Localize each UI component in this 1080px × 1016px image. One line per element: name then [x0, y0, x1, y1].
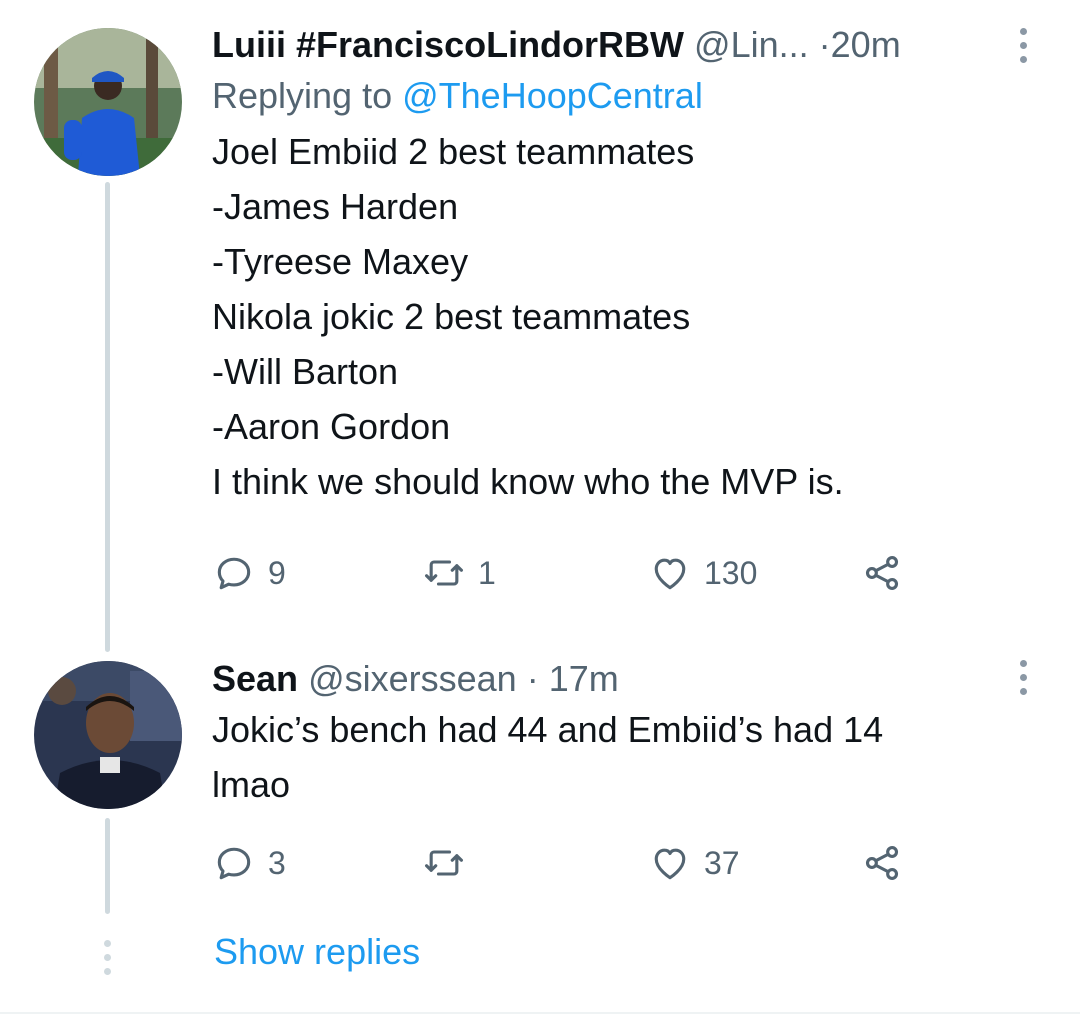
- show-replies-link[interactable]: Show replies: [214, 928, 420, 976]
- tweet-header: Sean @sixerssean · 17m: [212, 656, 1040, 702]
- tweet-actions: 9 1 130: [212, 543, 932, 603]
- share-button[interactable]: [860, 833, 904, 893]
- more-vertical-icon: [1020, 42, 1027, 49]
- retweet-icon: [425, 850, 463, 876]
- replying-prefix: Replying to: [212, 75, 393, 116]
- more-options-button[interactable]: [1010, 658, 1036, 698]
- timestamp[interactable]: 17m: [549, 658, 619, 699]
- tweet-text-line: Jokic’s bench had 44 and Embiid’s had 14: [212, 709, 884, 750]
- like-count: 130: [704, 554, 758, 591]
- replying-to: Replying to @TheHoopCentral: [212, 68, 1040, 124]
- tweet[interactable]: Sean @sixerssean · 17m Jokic’s bench had…: [0, 650, 1080, 930]
- display-name[interactable]: Sean: [212, 658, 298, 699]
- tweet-content: Luiii #FranciscoLindorRBW @Lin... ·20m R…: [212, 22, 1040, 509]
- share-button[interactable]: [860, 543, 904, 603]
- avatar-photo: [34, 28, 182, 176]
- more-options-button[interactable]: [1010, 26, 1036, 66]
- retweet-icon: [425, 560, 463, 586]
- avatar[interactable]: [34, 661, 182, 809]
- more-vertical-icon: [1020, 674, 1027, 681]
- avatar[interactable]: [34, 28, 182, 176]
- like-button[interactable]: 37: [648, 833, 740, 893]
- tweet-text-line: I think we should know who the MVP is.: [212, 461, 844, 502]
- tweet-text: Joel Embiid 2 best teammates -James Hard…: [212, 124, 1040, 509]
- more-vertical-icon: [1020, 28, 1027, 35]
- heart-icon: [654, 848, 686, 880]
- tweet-text-line: -James Harden: [212, 186, 459, 227]
- tweet-text: Jokic’s bench had 44 and Embiid’s had 14…: [212, 702, 1040, 812]
- avatar-photo: [34, 661, 182, 809]
- tweet-text-line: lmao: [212, 764, 291, 805]
- tweet-text-line: -Aaron Gordon: [212, 406, 451, 447]
- thread-line: [105, 818, 110, 914]
- reply-icon: [217, 557, 251, 590]
- separator-dot: ·: [818, 24, 831, 65]
- reply-count: 3: [268, 844, 286, 881]
- like-button[interactable]: 130: [648, 543, 757, 603]
- reply-icon: [217, 847, 251, 880]
- display-name[interactable]: Luiii #FranciscoLindorRBW: [212, 24, 684, 65]
- tweet-text-line: -Will Barton: [212, 351, 399, 392]
- thread-continuation-dots: [101, 938, 115, 978]
- retweet-count: 1: [478, 554, 496, 591]
- tweet-text-line: Joel Embiid 2 best teammates: [212, 131, 695, 172]
- reply-button[interactable]: 9: [212, 543, 286, 603]
- reply-count: 9: [268, 554, 286, 591]
- tweet-header: Luiii #FranciscoLindorRBW @Lin... ·20m: [212, 22, 1040, 68]
- tweet-actions: 3 37: [212, 833, 932, 893]
- more-vertical-icon: [1020, 56, 1027, 63]
- timestamp[interactable]: 20m: [831, 24, 901, 65]
- tweet-text-line: -Tyreese Maxey: [212, 241, 469, 282]
- retweet-button[interactable]: 1: [422, 543, 496, 603]
- divider: [0, 1012, 1080, 1014]
- retweet-button[interactable]: [422, 833, 478, 893]
- user-handle[interactable]: @Lin...: [694, 24, 809, 65]
- reply-button[interactable]: 3: [212, 833, 286, 893]
- separator-dot: ·: [526, 658, 539, 699]
- heart-icon: [654, 558, 686, 590]
- tweet-content: Sean @sixerssean · 17m Jokic’s bench had…: [212, 656, 1040, 812]
- share-icon: [865, 846, 899, 880]
- tweet-text-line: Nikola jokic 2 best teammates: [212, 296, 691, 337]
- like-count: 37: [704, 844, 740, 881]
- replying-handle-link[interactable]: @TheHoopCentral: [402, 75, 703, 116]
- share-icon: [865, 556, 899, 590]
- thread-line: [105, 182, 110, 652]
- user-handle[interactable]: @sixerssean: [308, 658, 517, 699]
- tweet[interactable]: Luiii #FranciscoLindorRBW @Lin... ·20m R…: [0, 0, 1080, 652]
- more-vertical-icon: [1020, 688, 1027, 695]
- more-vertical-icon: [1020, 660, 1027, 667]
